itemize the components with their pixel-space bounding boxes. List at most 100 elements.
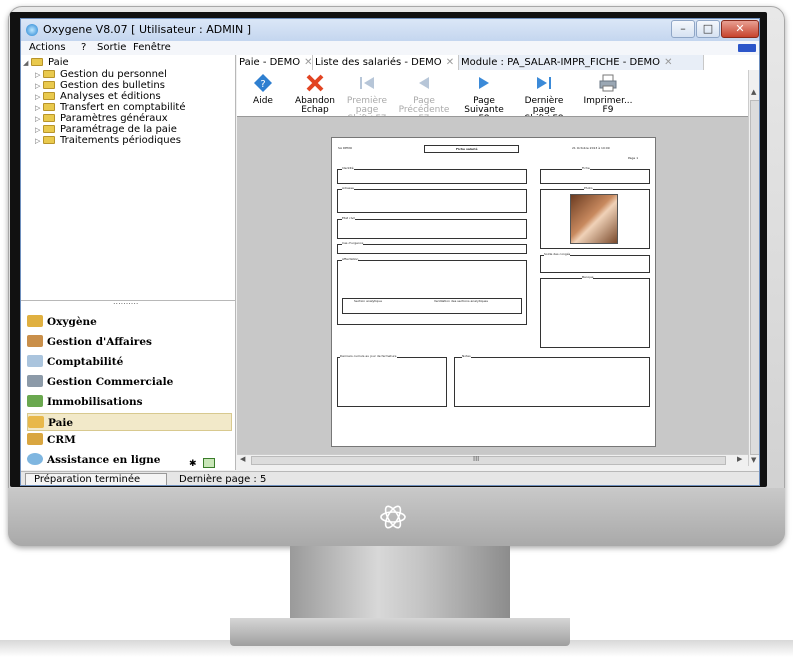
nav-label: Oxygène (47, 316, 97, 328)
report-page: SA DEMO Fiche salarié 21 Octobre 2013 à … (331, 137, 656, 447)
nav-comptabilite[interactable]: Comptabilité (27, 353, 232, 371)
tree-item-label: Paramétrage de la paie (60, 124, 177, 135)
window-title: Oxygene V8.07 [ Utilisateur : ADMIN ] (43, 23, 251, 36)
first-page-button[interactable]: Première page Shift+F7 (341, 70, 393, 124)
menu-sortie[interactable]: Sortie (97, 41, 126, 55)
monitor-stand (290, 546, 510, 621)
nav-gestion-commerciale[interactable]: Gestion Commerciale (27, 373, 232, 391)
section-label: Adresse (342, 186, 354, 190)
last-page-icon (537, 77, 551, 89)
home-icon (27, 315, 43, 327)
tab-label: Module : PA_SALAR-IMPR_FICHE - DEMO (461, 57, 661, 68)
help-label: Aide (253, 96, 273, 106)
tree-item-parametrage[interactable]: ▷ Paramétrage de la paie (35, 124, 177, 135)
status-message: Préparation terminée (25, 473, 167, 485)
scroll-grip: III (473, 455, 480, 463)
vertical-scrollbar[interactable]: ▲ ▼ (748, 70, 759, 466)
nav-label: Immobilisations (47, 396, 143, 408)
document-tabs: Paie - DEMO ✕ Liste des salariés - DEMO ✕ … (237, 55, 759, 70)
section-label: Photo (584, 186, 593, 190)
tab-label: Liste des salariés - DEMO (315, 57, 442, 68)
horizontal-scrollbar[interactable]: ◀ III ▶ (237, 454, 748, 466)
report-title: Fiche salarié (456, 147, 478, 151)
app-logo-icon (26, 24, 38, 36)
nav-label: Paie (48, 417, 74, 429)
report-company: SA DEMO (338, 146, 353, 150)
tree-item-bulletins[interactable]: ▷ Gestion des bulletins (35, 80, 165, 91)
nav-gestion-affaires[interactable]: Gestion d'Affaires (27, 333, 232, 351)
tab-module-fiche[interactable]: Module : PA_SALAR-IMPR_FICHE - DEMO ✕ (459, 55, 704, 70)
report-page-number: Page 1 (628, 156, 639, 160)
tab-paie-demo[interactable]: Paie - DEMO ✕ (237, 55, 313, 70)
nav-label: Assistance en ligne (47, 454, 161, 466)
section-label: Identité (342, 166, 354, 170)
scroll-left-icon[interactable]: ◀ (240, 455, 245, 463)
nav-label: Gestion Commerciale (47, 376, 174, 388)
prev-page-button[interactable]: Page Précédente F7 (398, 70, 450, 124)
nav-paie[interactable]: Paie (27, 413, 232, 431)
collapsed-arrow-icon: ▷ (35, 137, 41, 145)
nav-assistance[interactable]: Assistance en ligne (27, 451, 232, 469)
scroll-right-icon[interactable]: ▶ (737, 455, 742, 463)
folder-open-icon (31, 58, 43, 66)
scroll-down-icon[interactable]: ▼ (751, 456, 756, 464)
print-button[interactable]: Imprimer... F9 (578, 70, 638, 116)
section-label: Banque (582, 275, 594, 279)
folder-icon (43, 136, 55, 144)
tree-item-parametres[interactable]: ▷ Paramètres généraux (35, 113, 168, 124)
tree-root-paie[interactable]: ◢ Paie (23, 57, 69, 68)
menu-actions[interactable]: Actions (29, 41, 66, 55)
monitor-base (230, 618, 570, 646)
splitter-grip[interactable]: .......... (113, 297, 138, 306)
nav-label: CRM (47, 434, 76, 446)
tree-item-transfert[interactable]: ▷ Transfert en comptabilité (35, 102, 186, 113)
collapse-panel-icon[interactable] (203, 458, 215, 468)
app-window: Oxygene V8.07 [ Utilisateur : ADMIN ] – … (20, 18, 760, 486)
tree-item-analyses[interactable]: ▷ Analyses et éditions (35, 91, 161, 102)
section-conges (540, 255, 650, 273)
section-identite (337, 169, 527, 184)
window-mode-icon[interactable] (738, 44, 756, 52)
tab-liste-salaries[interactable]: Liste des salariés - DEMO ✕ (313, 55, 459, 70)
vertical-scroll-thumb[interactable] (750, 100, 759, 455)
nav-immobilisations[interactable]: Immobilisations (27, 393, 232, 411)
close-tab-icon[interactable]: ✕ (304, 57, 312, 68)
help-button[interactable]: ? Aide (237, 70, 289, 116)
menu-fenetre[interactable]: Fenêtre (133, 41, 171, 55)
close-tab-icon[interactable]: ✕ (446, 57, 454, 68)
folder-icon (43, 103, 55, 111)
nav-oxygene[interactable]: Oxygène (27, 313, 232, 331)
horizontal-scroll-thumb[interactable] (251, 456, 726, 465)
tree-root-label: Paie (48, 57, 69, 68)
minimize-button[interactable]: – (671, 20, 695, 38)
section-label: Derniers cumuls au jour de fermeture (340, 354, 397, 358)
folder-contact-icon (27, 433, 43, 445)
scroll-up-icon[interactable]: ▲ (751, 88, 756, 96)
tree-item-personnel[interactable]: ▷ Gestion du personnel (35, 69, 167, 80)
cancel-button[interactable]: Abandon Echap (289, 70, 341, 116)
users-icon (27, 335, 43, 347)
section-label: Solde des congés (544, 252, 571, 256)
close-button[interactable]: ✕ (721, 20, 759, 38)
tree-item-traitements[interactable]: ▷ Traitements périodiques (35, 135, 181, 146)
section-banque (540, 278, 650, 348)
close-tab-icon[interactable]: ✕ (664, 57, 672, 68)
last-page-button[interactable]: Dernière page Shift+F8 (518, 70, 570, 124)
tab-label: Paie - DEMO (239, 57, 301, 68)
section-label: Affectation (342, 257, 359, 261)
next-page-icon (479, 77, 489, 89)
next-page-button[interactable]: Page Suivante F8 (458, 70, 510, 124)
cancel-x-icon (306, 74, 324, 92)
pin-icon[interactable]: ✱ (189, 459, 197, 469)
section-cumuls (337, 357, 447, 407)
section-adresse (337, 189, 527, 213)
menu-help[interactable]: ? (81, 41, 86, 55)
tree-item-label: Analyses et éditions (60, 91, 161, 102)
ledger-icon (27, 355, 43, 367)
first-page-icon (360, 77, 374, 89)
tree-item-label: Gestion des bulletins (60, 80, 165, 91)
maximize-button[interactable]: □ (696, 20, 720, 38)
tree-item-label: Paramètres généraux (60, 113, 168, 124)
expanded-arrow-icon: ◢ (23, 59, 29, 67)
nav-crm[interactable]: CRM (27, 431, 232, 449)
